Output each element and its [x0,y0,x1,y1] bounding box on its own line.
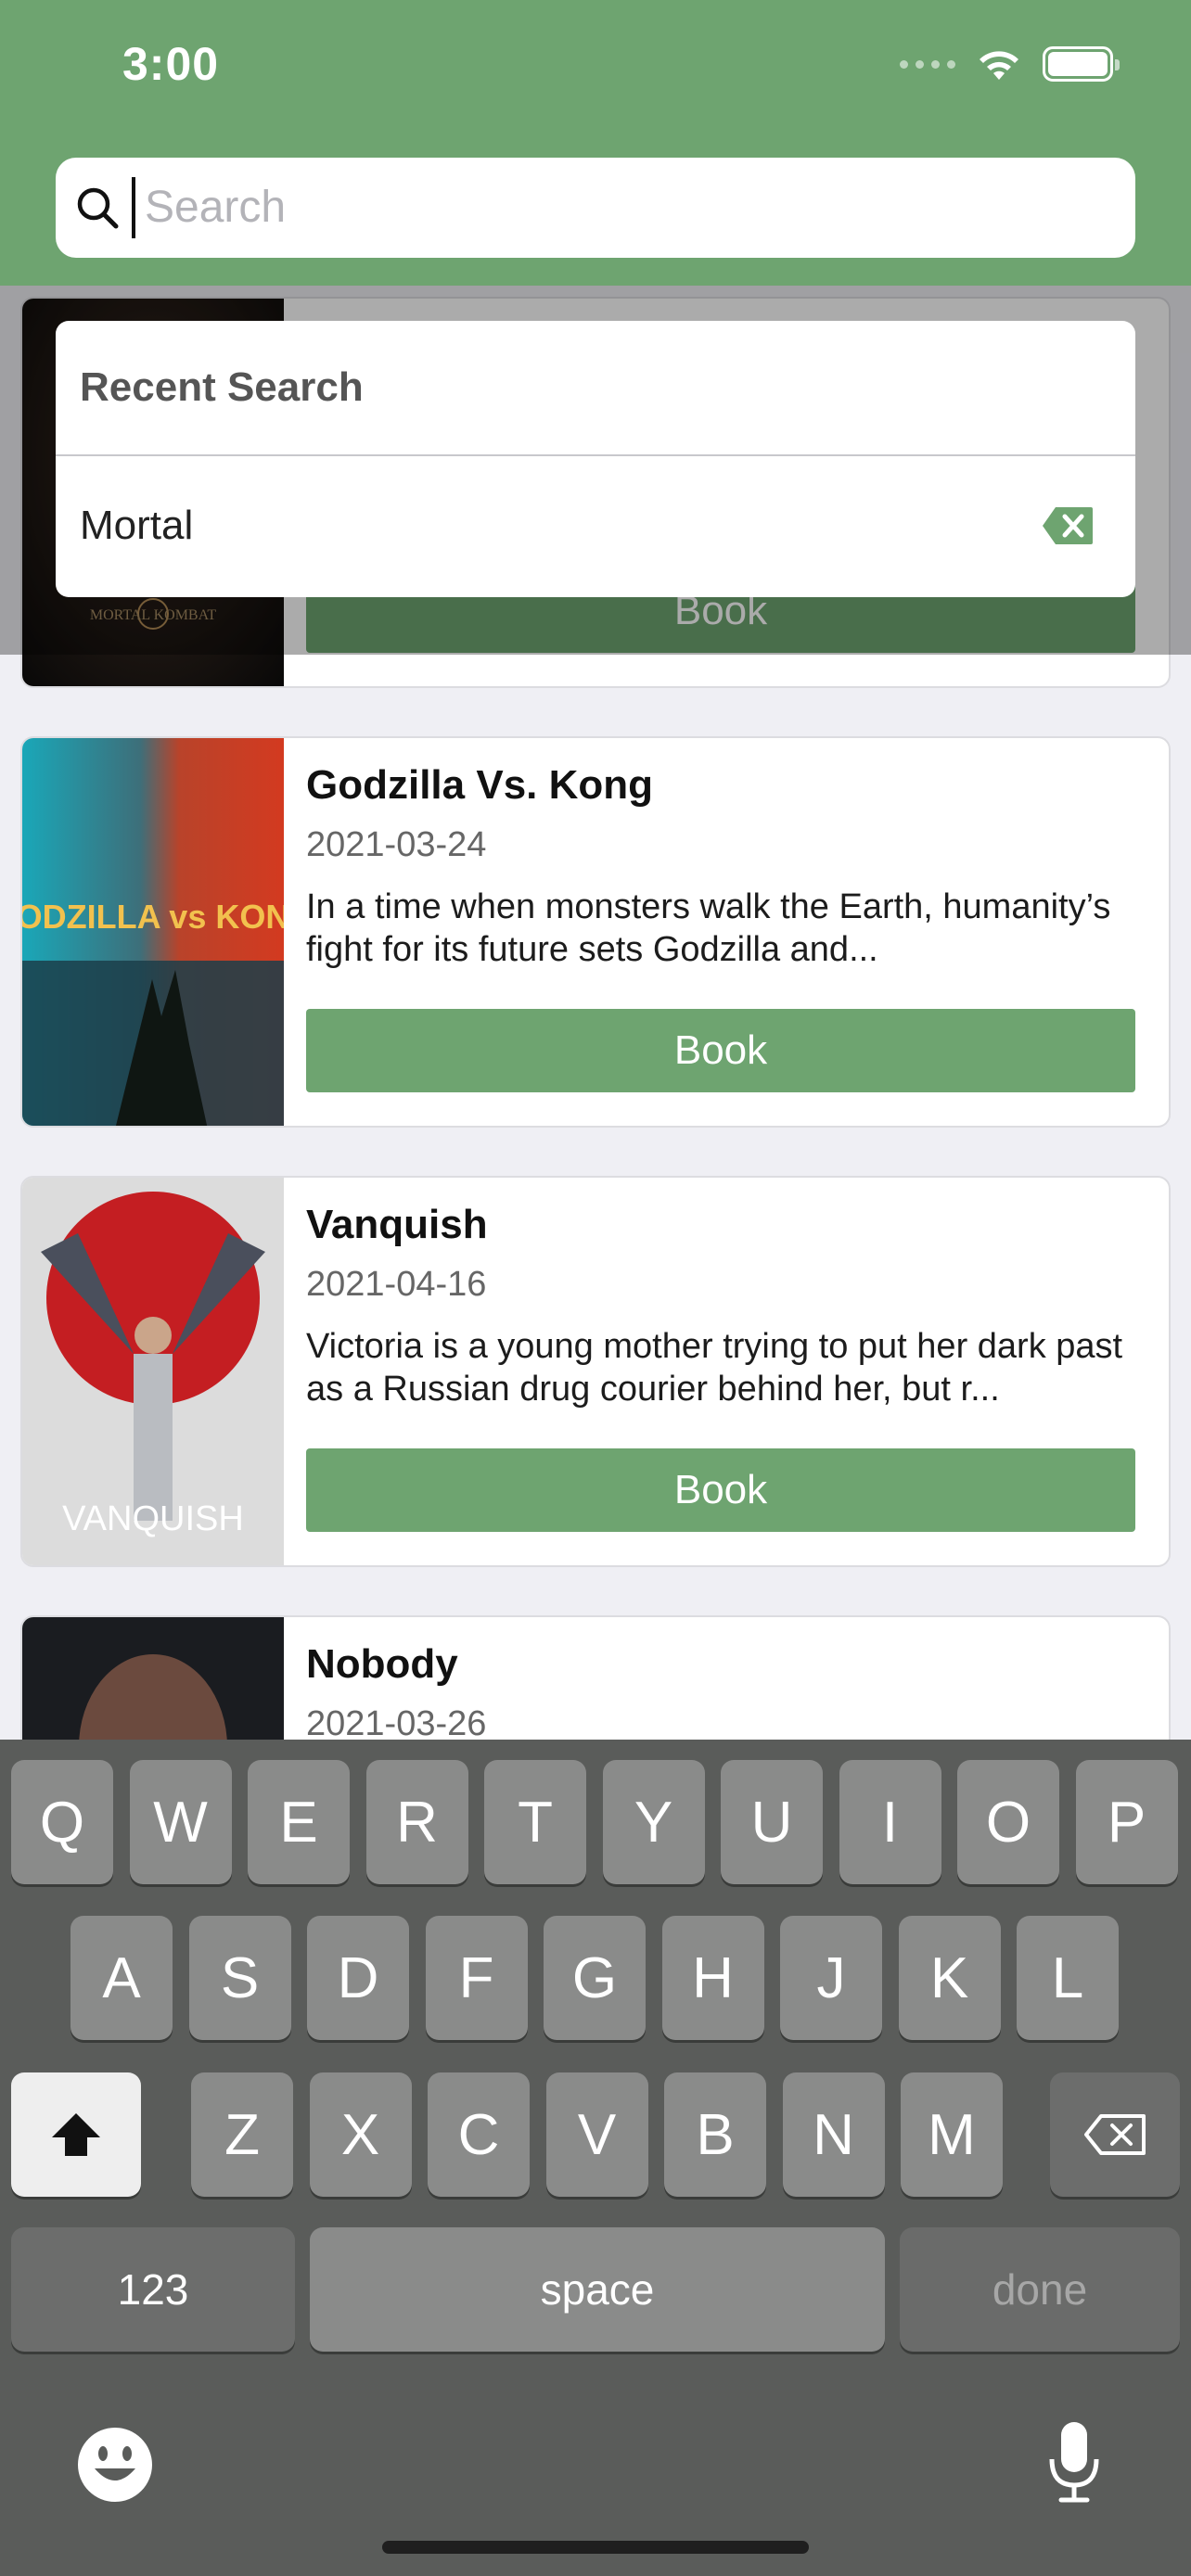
recent-search-header: Recent Search [56,321,1135,456]
key-q[interactable]: Q [11,1760,113,1884]
microphone-icon[interactable] [1044,2418,1104,2506]
wifi-icon [980,51,1018,80]
recent-search-item[interactable]: Mortal [56,456,1135,595]
recent-search-label: Mortal [80,503,194,548]
delete-icon[interactable] [1041,505,1095,546]
movie-title: Nobody [306,1641,458,1687]
movie-card[interactable]: VANQUISH Vanquish 2021-04-16 Victoria is… [20,1176,1171,1567]
backspace-key[interactable] [1050,2072,1180,2197]
card-body: Vanquish 2021-04-16 Victoria is a young … [306,1178,1135,1410]
card-body: Godzilla Vs. Kong 2021-03-24 In a time w… [306,738,1135,971]
key-f[interactable]: F [425,1916,528,2040]
book-button[interactable]: Book [306,1448,1135,1532]
key-u[interactable]: U [721,1760,823,1884]
key-o[interactable]: O [957,1760,1059,1884]
key-i[interactable]: I [839,1760,941,1884]
key-x[interactable]: X [309,2072,412,2197]
key-n[interactable]: N [782,2072,885,2197]
movie-poster: GODZILLA vs KONG [22,738,284,1126]
shift-key[interactable] [11,2072,141,2197]
key-j[interactable]: J [780,1916,882,2040]
key-s[interactable]: S [188,1916,291,2040]
space-key[interactable]: space [310,2227,885,2352]
done-key[interactable]: done [900,2227,1180,2352]
key-t[interactable]: T [484,1760,586,1884]
poster-text: GODZILLA vs KONG [22,898,284,936]
key-k[interactable]: K [898,1916,1001,2040]
search-input[interactable] [132,177,1059,238]
key-p[interactable]: P [1075,1760,1178,1884]
book-button[interactable]: Book [306,1009,1135,1092]
movie-date: 2021-04-16 [306,1265,487,1304]
movie-description: In a time when monsters walk the Earth, … [306,887,1111,969]
movie-title: Godzilla Vs. Kong [306,762,654,808]
key-v[interactable]: V [545,2072,648,2197]
key-d[interactable]: D [307,1916,409,2040]
key-e[interactable]: E [248,1760,350,1884]
keyboard: 123 space done QWERTYUIOP ASDFGHJKL ZXCVBN… [0,1740,1191,2576]
movie-date: 2021-03-26 [306,1704,487,1743]
recent-search-dropdown: Recent Search Mortal [56,321,1135,597]
movie-date: 2021-03-24 [306,825,487,864]
key-w[interactable]: W [129,1760,232,1884]
search-icon [77,187,119,229]
key-a[interactable]: A [70,1916,173,2040]
key-r[interactable]: R [365,1760,468,1884]
key-h[interactable]: H [661,1916,764,2040]
backspace-icon [1084,2114,1146,2155]
status-time: 3:00 [122,38,220,90]
movie-title: Vanquish [306,1202,488,1247]
key-y[interactable]: Y [602,1760,705,1884]
card-body: Nobody 2021-03-26 [306,1617,1135,1744]
numbers-key[interactable]: 123 [11,2227,295,2352]
key-c[interactable]: C [428,2072,530,2197]
movie-poster: VANQUISH [22,1178,284,1565]
status-icons [900,46,1120,82]
emoji-icon[interactable] [76,2426,154,2504]
key-g[interactable]: G [544,1916,646,2040]
home-indicator [382,2541,809,2554]
key-z[interactable]: Z [191,2072,293,2197]
battery-icon [1043,46,1120,82]
shift-icon [52,2113,100,2156]
nav-header: 3:00 [0,0,1191,286]
key-l[interactable]: L [1017,1916,1119,2040]
signal-icon [900,59,955,69]
key-m[interactable]: M [901,2072,1003,2197]
search-bar[interactable] [56,158,1135,258]
key-b[interactable]: B [664,2072,766,2197]
movie-card[interactable]: GODZILLA vs KONG Godzilla Vs. Kong 2021-… [20,736,1171,1128]
poster-text: VANQUISH [62,1499,244,1538]
movie-description: Victoria is a young mother trying to put… [306,1327,1123,1409]
